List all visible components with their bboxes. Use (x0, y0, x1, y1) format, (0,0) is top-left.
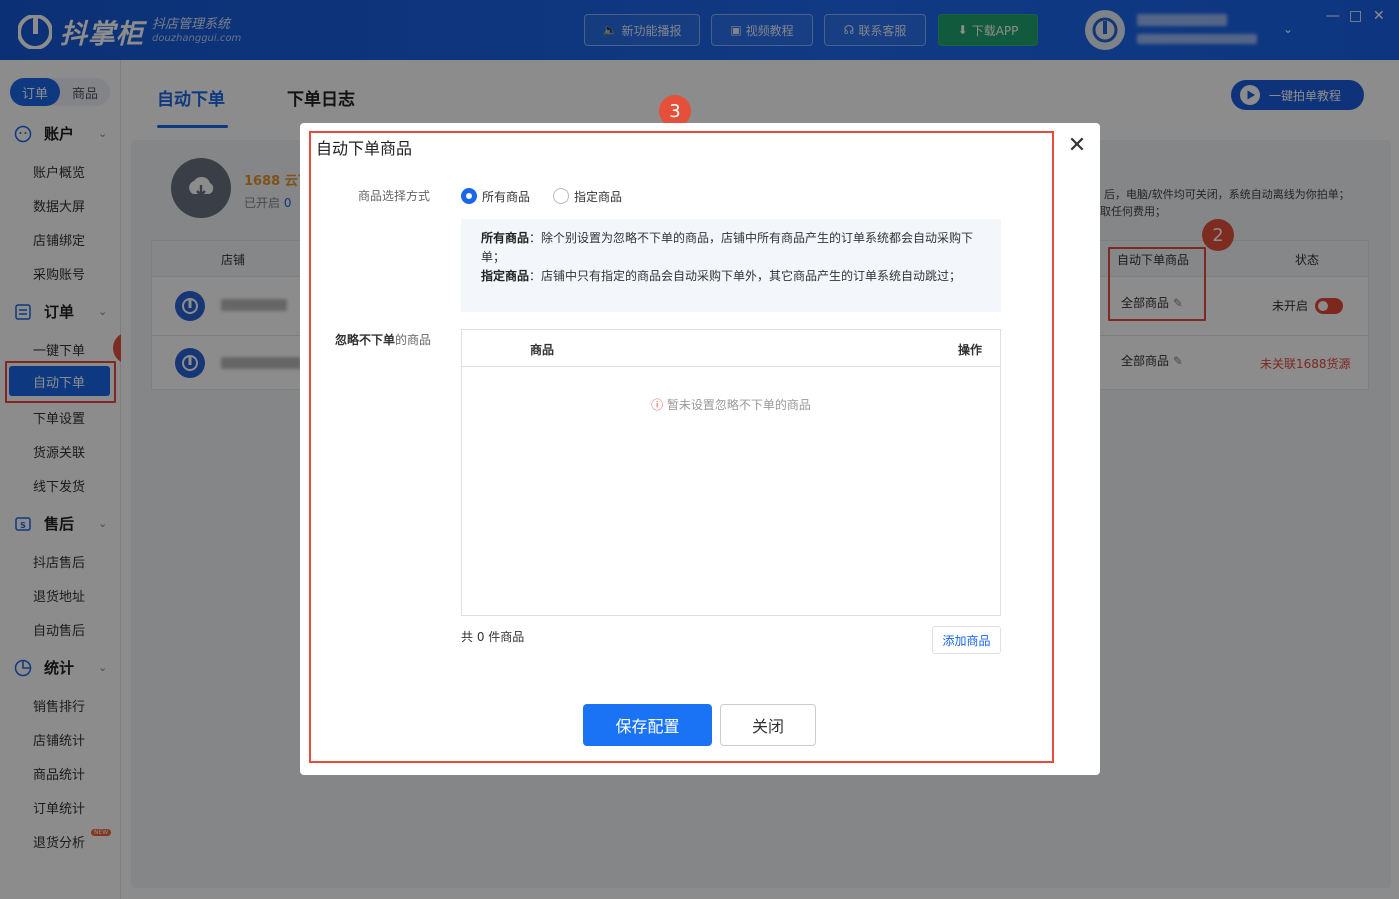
save-config-button[interactable]: 保存配置 (583, 704, 712, 746)
ignore-products-label: 忽略不下单的商品 (330, 331, 431, 349)
radio-specified-products[interactable] (553, 188, 569, 204)
radio-specified-label[interactable]: 指定商品 (574, 188, 622, 205)
hint-spec-title: 指定商品 (481, 269, 530, 283)
add-product-button[interactable]: 添加商品 (932, 626, 1001, 654)
column-product: 商品 (530, 343, 555, 357)
dialog-title: 自动下单商品 (316, 139, 413, 158)
ignored-products-table: 商品 操作 ⓘ 暂未设置忽略不下单的商品 (461, 329, 1001, 616)
column-action: 操作 (958, 343, 983, 357)
hint-all: 所有商品：除个别设置为忽略不下单的商品，店铺中所有商品产生的订单系统都会自动采购… (481, 229, 981, 267)
ignore-label-rest: 的商品 (394, 333, 431, 347)
empty-state-text: 暂未设置忽略不下单的商品 (666, 398, 811, 412)
hint-specified: 指定商品：店铺中只有指定的商品会自动采购下单外，其它商品产生的订单系统自动跳过； (481, 267, 981, 286)
ignored-table-header: 商品 操作 (462, 330, 1000, 367)
hint-all-text: ：除个别设置为忽略不下单的商品，店铺中所有商品产生的订单系统都会自动采购下单； (481, 231, 974, 264)
empty-state: ⓘ 暂未设置忽略不下单的商品 (462, 396, 1000, 413)
product-count: 共 0 件商品 (461, 630, 525, 644)
hint-spec-text: ：店铺中只有指定的商品会自动采购下单外，其它商品产生的订单系统自动跳过； (529, 269, 962, 283)
warning-icon: ⓘ (651, 398, 664, 412)
select-mode-label: 商品选择方式 (357, 189, 430, 203)
radio-all-label[interactable]: 所有商品 (482, 188, 530, 205)
radio-all-products[interactable] (461, 188, 477, 204)
hint-all-title: 所有商品 (481, 231, 530, 245)
close-icon[interactable]: ✕ (1066, 133, 1088, 158)
ignore-label-bold: 忽略不下单 (334, 333, 395, 347)
mode-hint-box: 所有商品：除个别设置为忽略不下单的商品，店铺中所有商品产生的订单系统都会自动采购… (461, 219, 1001, 312)
close-dialog-button[interactable]: 关闭 (720, 704, 816, 746)
